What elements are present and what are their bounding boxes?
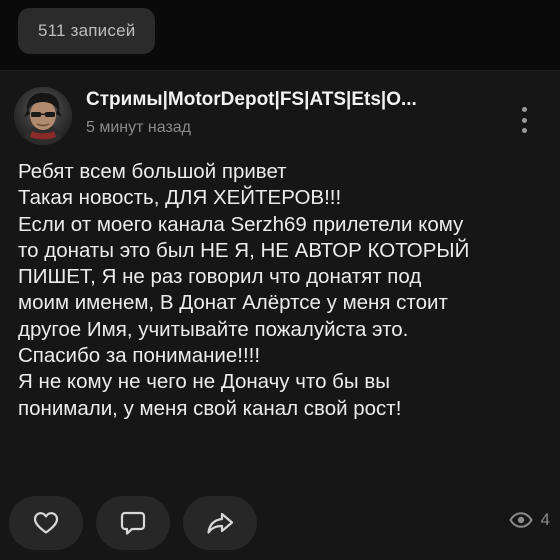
post-text-line: ПИШЕТ, Я не раз говорил что донатят под bbox=[18, 265, 422, 289]
share-icon bbox=[207, 512, 234, 534]
post-text-line: моим именем, В Донат Алёртсе у меня стои… bbox=[18, 291, 448, 315]
comment-icon bbox=[120, 511, 146, 535]
post-text-line: Ребят всем большой привет bbox=[18, 160, 287, 183]
views-counter: 4 bbox=[508, 510, 550, 530]
share-button[interactable] bbox=[183, 496, 257, 550]
records-count-label: 511 записей bbox=[38, 21, 136, 40]
eye-icon bbox=[508, 512, 533, 528]
post-text-line: другое Имя, учитывайте пожалуйста это. bbox=[18, 317, 409, 341]
avatar-image bbox=[14, 87, 72, 145]
post-text: Ребят всем большой привет Такая новость,… bbox=[18, 159, 548, 422]
post-text-line: Если от моего канала Serzh69 прилетели к… bbox=[18, 212, 464, 236]
records-count-badge[interactable]: 511 записей bbox=[18, 8, 156, 54]
feed-page: 511 записей Стримы|MotorDepot|FS|ATS|Ets… bbox=[0, 0, 560, 560]
like-button[interactable] bbox=[9, 496, 83, 550]
post-text-line: то донаты это был НЕ Я, НЕ АВТОР КОТОРЫЙ bbox=[18, 238, 470, 262]
comment-button[interactable] bbox=[96, 496, 170, 550]
post-text-line: понимали, у меня свой канал свой рост! bbox=[18, 396, 402, 420]
dot bbox=[521, 107, 527, 112]
post-timestamp: 5 минут назад bbox=[86, 119, 192, 136]
post-actions: 4 bbox=[0, 496, 560, 550]
post-text-line: Такая новость, ДЛЯ ХЕЙТЕРОВ!!! bbox=[18, 186, 342, 210]
more-options-icon[interactable] bbox=[514, 107, 534, 133]
post-card: Стримы|MotorDepot|FS|ATS|Ets|O... 5 мину… bbox=[0, 71, 560, 560]
dot bbox=[521, 128, 527, 133]
dot bbox=[521, 117, 527, 123]
avatar[interactable] bbox=[14, 87, 72, 145]
author-name[interactable]: Стримы|MotorDepot|FS|ATS|Ets|O... bbox=[86, 89, 496, 111]
views-count: 4 bbox=[540, 510, 550, 529]
heart-icon bbox=[33, 512, 59, 534]
post-text-line: Спасибо за понимание!!!! bbox=[18, 344, 261, 368]
post-text-line: Я не кому не чего не Доначу что бы вы bbox=[18, 370, 390, 394]
